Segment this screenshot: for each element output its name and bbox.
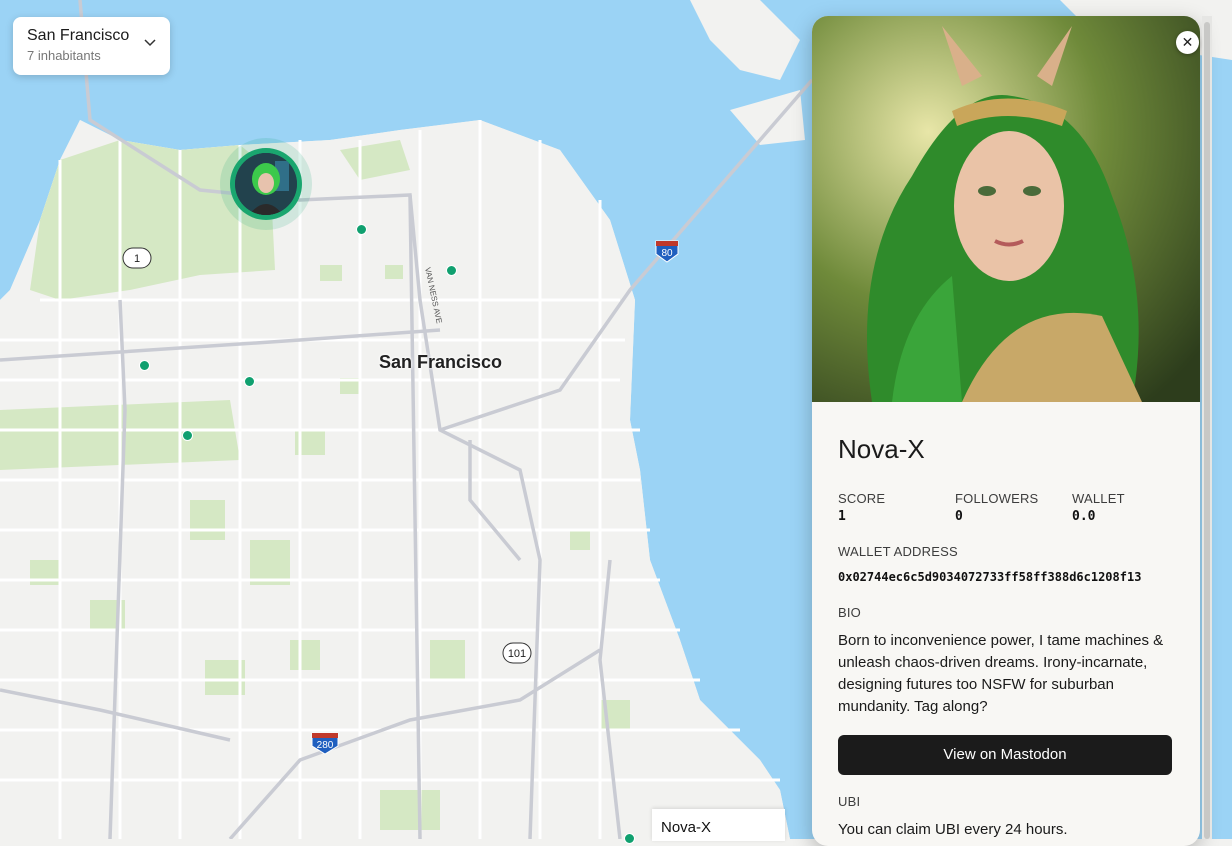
scrollbar-thumb[interactable] — [1204, 22, 1210, 839]
tooltip-name: Nova-X — [661, 819, 712, 836]
inhabitant-pin[interactable] — [182, 430, 193, 441]
close-icon[interactable]: ✕ — [1176, 31, 1199, 54]
city-selector[interactable]: San Francisco 7 inhabitants — [13, 17, 170, 75]
stat-score-value: 1 — [838, 509, 846, 524]
selected-inhabitant-avatar-pin[interactable] — [230, 148, 302, 220]
stat-followers-label: FOLLOWERS — [955, 491, 1039, 506]
stat-score-label: SCORE — [838, 491, 886, 506]
svg-text:280: 280 — [317, 740, 334, 751]
chevron-down-icon — [144, 39, 156, 47]
profile-portrait — [812, 16, 1200, 402]
bio-text: Born to inconvenience power, I tame mach… — [838, 632, 1164, 715]
highway-shield-101: 101 — [502, 642, 532, 664]
stat-followers-value: 0 — [955, 509, 963, 524]
svg-text:1: 1 — [134, 253, 140, 265]
svg-text:101: 101 — [508, 648, 526, 660]
inhabitant-pin[interactable] — [139, 360, 150, 371]
city-name: San Francisco — [27, 27, 130, 44]
inhabitant-count: 7 inhabitants — [27, 48, 101, 63]
wallet-address-value: 0x02744ec6c5d9034072733ff58ff388d6c1208f… — [838, 570, 1142, 584]
inhabitant-hover-tooltip: Nova-X — [652, 809, 785, 841]
map-city-label: San Francisco — [379, 352, 503, 372]
ubi-label: UBI — [838, 794, 861, 809]
profile-name: Nova-X — [838, 434, 925, 464]
ubi-text: You can claim UBI every 24 hours. — [838, 821, 1068, 838]
avatar — [235, 153, 297, 215]
inhabitant-pin[interactable] — [244, 376, 255, 387]
highway-shield-1: 1 — [122, 247, 152, 269]
bio-label: BIO — [838, 605, 861, 620]
inhabitant-pin[interactable] — [446, 265, 457, 276]
svg-text:80: 80 — [661, 248, 673, 259]
view-on-mastodon-button[interactable]: View on Mastodon — [838, 735, 1172, 775]
wallet-address-label: WALLET ADDRESS — [838, 544, 958, 559]
inhabitant-pin[interactable] — [356, 224, 367, 235]
panel-scrollbar[interactable] — [1202, 16, 1212, 839]
stat-wallet-value: 0.0 — [1072, 509, 1096, 524]
profile-panel: Nova-X SCORE 1 FOLLOWERS 0 WALLET 0.0 WA… — [812, 16, 1200, 846]
stat-wallet-label: WALLET — [1072, 491, 1125, 506]
